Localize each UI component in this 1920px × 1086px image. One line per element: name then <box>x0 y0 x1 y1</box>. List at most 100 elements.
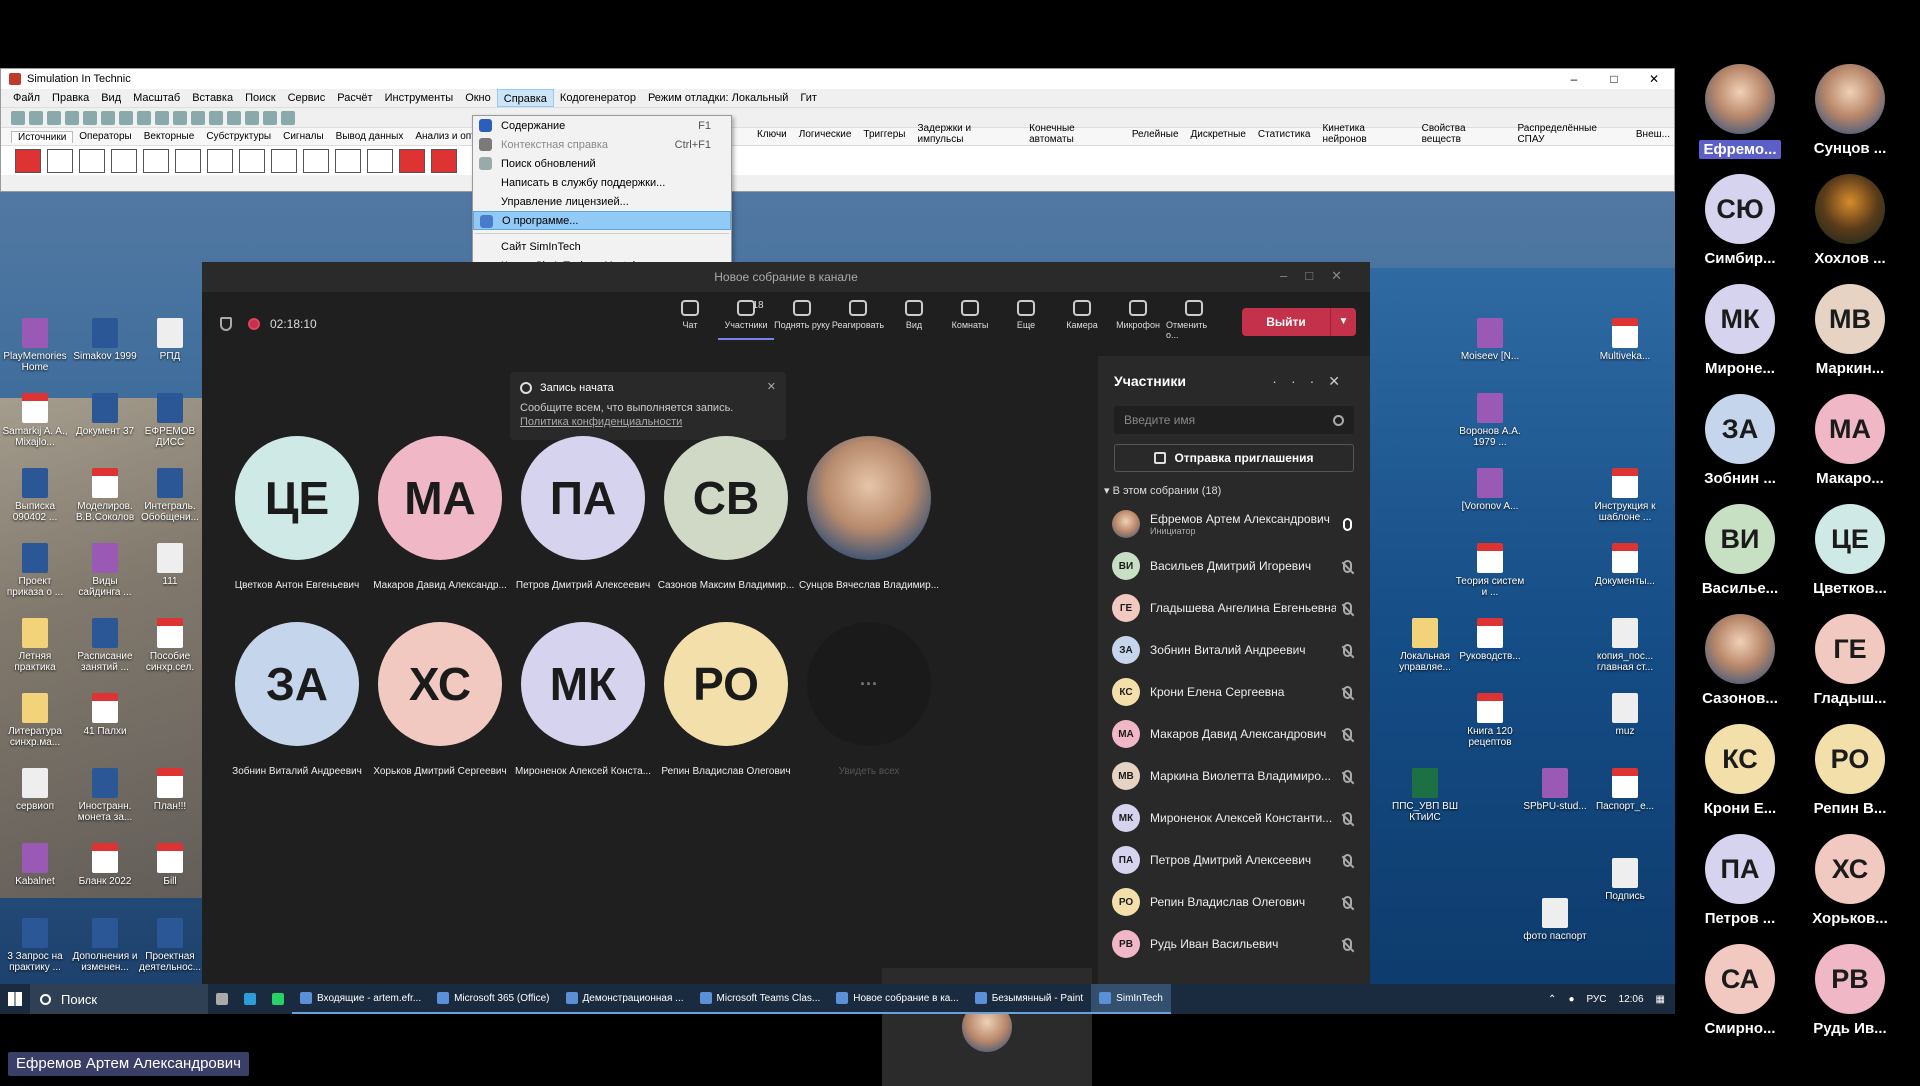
meeting-tool-mic[interactable]: Микрофон <box>1110 300 1166 340</box>
palette-tab[interactable]: Источники <box>11 130 74 143</box>
desktop-icon[interactable]: Дополнения и изменен... <box>70 918 140 973</box>
gallery-participant[interactable]: ЦЕ Цветков... <box>1800 504 1900 597</box>
desktop-icon[interactable]: Летняя практика <box>0 618 70 673</box>
meeting-tool-people[interactable]: 18 Участники <box>718 300 774 340</box>
desktop-icon[interactable]: Samarkij A. A., Mixajlo... <box>0 393 70 448</box>
desktop-icon[interactable]: фото паспорт <box>1520 898 1590 942</box>
whatsapp-icon[interactable] <box>264 984 292 1014</box>
palette-tab[interactable]: Распределённые СПАУ <box>1511 123 1629 145</box>
taskbar-app[interactable]: Входящие - artem.efr... <box>292 984 430 1014</box>
menu-item[interactable]: Расчёт <box>331 89 378 107</box>
gallery-participant[interactable]: МК Мироне... <box>1690 284 1790 377</box>
gallery-participant[interactable]: ПА Петров ... <box>1690 834 1790 927</box>
desktop-icon[interactable]: РПД <box>135 318 205 362</box>
taskbar-app[interactable]: Новое собрание в ка... <box>828 984 967 1014</box>
gallery-participant[interactable]: Ефремо... <box>1690 64 1790 164</box>
new-file-icon[interactable] <box>11 110 25 125</box>
desktop-icon[interactable]: 111 <box>135 543 205 587</box>
taskbar-search[interactable]: Поиск <box>30 984 208 1014</box>
help-menu-item[interactable]: Поиск обновлений <box>473 154 731 173</box>
help-menu-item[interactable]: Содержание F1 <box>473 116 731 135</box>
desktop-icon[interactable]: План!!! <box>135 768 205 812</box>
desktop-icon[interactable]: [Voronov A... <box>1455 468 1525 512</box>
desktop-icon[interactable]: Паспорт_е... <box>1590 768 1660 812</box>
desktop-icon[interactable]: Расписание занятий ... <box>70 618 140 673</box>
block-icon[interactable] <box>303 148 329 173</box>
palette-tab[interactable]: Задержки и импульсы <box>912 123 1024 145</box>
palette-tab[interactable]: Ключи <box>751 129 793 140</box>
help-menu-item[interactable]: Написать в службу поддержки... <box>473 173 731 192</box>
tool-icon[interactable] <box>245 110 259 125</box>
close-icon[interactable]: ✕ <box>1634 69 1674 89</box>
desktop-icon[interactable]: Инструкция к шаблоне ... <box>1590 468 1660 523</box>
desktop-icon[interactable]: Документы... <box>1590 543 1660 587</box>
gallery-participant[interactable]: КС Крони Е... <box>1690 724 1790 817</box>
block-icon[interactable] <box>431 148 457 173</box>
open-icon[interactable] <box>29 110 43 125</box>
palette-tab[interactable]: Векторные <box>138 131 201 142</box>
participant-tile[interactable]: Сунцов Вячеслав Владимир... <box>784 436 954 596</box>
taskbar-app[interactable]: Microsoft Teams Clas... <box>691 984 829 1014</box>
participant-row[interactable]: МК Мироненок Алексей Константи... <box>1098 797 1370 839</box>
help-menu-item[interactable]: О программе... <box>473 211 731 230</box>
gallery-participant[interactable]: ХС Хорьков... <box>1800 834 1900 927</box>
undo-icon[interactable] <box>155 110 169 125</box>
block-icon[interactable] <box>367 148 393 173</box>
menu-item[interactable]: Справка <box>496 89 554 107</box>
block-icon[interactable] <box>175 148 201 173</box>
desktop-icon[interactable]: PlayMemories Home <box>0 318 70 373</box>
meeting-tool-camera[interactable]: Камера <box>1054 300 1110 340</box>
paste-icon[interactable] <box>119 110 133 125</box>
desktop-icon[interactable]: Бланк 2022 <box>70 843 140 887</box>
shield-icon[interactable] <box>220 317 232 331</box>
menu-item[interactable]: Вид <box>95 89 127 107</box>
menu-item[interactable]: Вставка <box>186 89 239 107</box>
desktop-icon[interactable]: Моделиров. В.В.Соколов <box>70 468 140 523</box>
invite-button[interactable]: Отправка приглашения <box>1114 444 1354 472</box>
meeting-tool-more[interactable]: Еще <box>998 300 1054 340</box>
block-time-icon[interactable] <box>79 148 105 173</box>
desktop-icon[interactable]: Интеграль. Обобщени... <box>135 468 205 523</box>
print-icon[interactable] <box>65 110 79 125</box>
gallery-participant[interactable]: МА Макаро... <box>1800 394 1900 487</box>
mic-icon[interactable]: ● <box>1568 994 1574 1005</box>
gallery-participant[interactable]: РВ Рудь Ив... <box>1800 944 1900 1037</box>
participant-row[interactable]: ГЕ Гладышева Ангелина Евгеньевна <box>1098 587 1370 629</box>
menu-item[interactable]: Правка <box>46 89 95 107</box>
tool-icon[interactable] <box>263 110 277 125</box>
copy-icon[interactable] <box>101 110 115 125</box>
participant-tile[interactable]: ··· Увидеть всех <box>784 622 954 782</box>
participant-row[interactable]: КС Крони Елена Сергеевна <box>1098 671 1370 713</box>
meeting-tool-layout[interactable]: Вид <box>886 300 942 340</box>
pointer-icon[interactable] <box>47 148 73 173</box>
desktop-icon[interactable]: Проектная деятельнос... <box>135 918 205 973</box>
menu-item[interactable]: Окно <box>459 89 497 107</box>
participant-row[interactable]: РВ Рудь Иван Васильевич <box>1098 923 1370 965</box>
desktop-icon[interactable]: ППС_УВП ВШ КТиИС <box>1390 768 1460 823</box>
menu-item[interactable]: Режим отладки: Локальный <box>642 89 794 107</box>
gallery-participant[interactable]: СЮ Симбир... <box>1690 174 1790 267</box>
desktop-icon[interactable]: Литература синхр.ма... <box>0 693 70 748</box>
desktop-icon[interactable]: Иностранн. монета за... <box>70 768 140 823</box>
desktop-icon[interactable]: Пособие синхр.сел. <box>135 618 205 673</box>
menu-item[interactable]: Поиск <box>239 89 281 107</box>
desktop-icon[interactable]: Книга 120 рецептов <box>1455 693 1525 748</box>
delete-icon[interactable] <box>137 110 151 125</box>
desktop-icon[interactable]: SPbPU-stud... <box>1520 768 1590 812</box>
desktop-icon[interactable]: Воронов А.А. 1979 ... <box>1455 393 1525 448</box>
block-icon[interactable] <box>207 148 233 173</box>
tool-icon[interactable] <box>191 110 205 125</box>
desktop-icon[interactable]: Документ 37 <box>70 393 140 437</box>
tool-icon[interactable] <box>209 110 223 125</box>
taskbar-app[interactable]: Microsoft 365 (Office) <box>429 984 558 1014</box>
desktop-icon[interactable]: Локальная управляе... <box>1390 618 1460 673</box>
redo-icon[interactable] <box>173 110 187 125</box>
taskbar-app[interactable]: Демонстрационная ... <box>557 984 692 1014</box>
privacy-link[interactable]: Политика конфиденциальности <box>520 416 776 428</box>
menu-item[interactable]: Кодогенератор <box>554 89 642 107</box>
section-in-meeting[interactable]: ▾ В этом собрании (18) <box>1104 484 1370 497</box>
palette-tab[interactable]: Сигналы <box>277 131 330 142</box>
gallery-participant[interactable]: СА Смирно... <box>1690 944 1790 1037</box>
desktop-icon[interactable]: Kabalnet <box>0 843 70 887</box>
maximize-icon[interactable]: □ <box>1594 69 1634 89</box>
